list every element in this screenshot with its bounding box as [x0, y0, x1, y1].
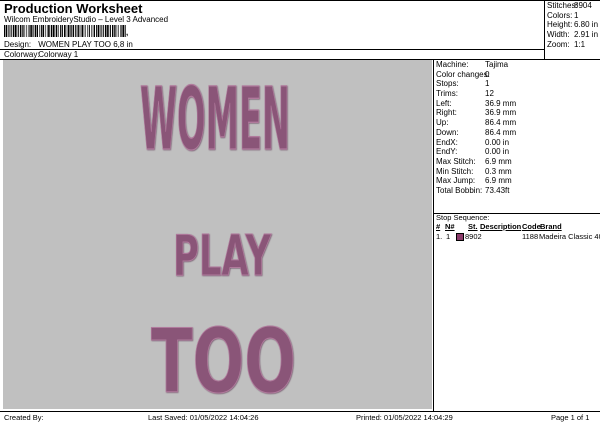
embroidery-design: WOMEN PLAY TOO: [139, 68, 296, 414]
stat-colors: Colors: 1: [547, 10, 579, 20]
thread-swatch: [456, 233, 464, 241]
design-text-too: TOO: [151, 310, 296, 409]
machine-stat-row: Up: 86.4 mm: [436, 118, 517, 128]
machine-stat-row: Down: 86.4 mm: [436, 127, 517, 137]
machine-stat-row: Min Stitch: 0.3 mm: [436, 166, 512, 176]
footer-created-by: Created By:: [4, 413, 44, 422]
machine-stat-row: EndX: 0.00 in: [436, 137, 510, 147]
design-label: Design:: [4, 40, 32, 49]
footer-divider: [0, 411, 600, 412]
machine-stat-row: Max Jump: 6.9 mm: [436, 176, 512, 186]
stat-width: Width: 2.91 in: [547, 30, 599, 40]
design-preview-canvas: WOMEN PLAY TOO: [3, 60, 432, 414]
stat-zoom: Zoom: 1:1: [547, 39, 586, 49]
machine-stat-row: EndY: 0.00 in: [436, 147, 510, 157]
top-border: [0, 0, 600, 1]
machine-stat-row: Total Bobbin: 73.43ft: [436, 185, 510, 195]
colorway-value: Colorway 1: [38, 50, 79, 59]
header-divider: [0, 49, 544, 50]
design-text-play: PLAY: [173, 224, 272, 289]
stat-stitches: Stitches:8904: [547, 1, 592, 10]
stats-divider: [544, 0, 545, 59]
design-value: WOMEN PLAY TOO 6,8 in: [38, 40, 133, 49]
stat-height: Height: 6.80 in: [547, 20, 599, 30]
machine-stats: Machine: Tajima Color changes:0 Stops: 1 Trim…: [436, 60, 516, 196]
machine-stat-row: Right: 36.9 mm: [436, 108, 517, 118]
design-row: Design: WOMEN PLAY TOO 6,8 in: [4, 40, 133, 49]
barcode-image: [4, 25, 126, 37]
machine-stat-row: Left: 36.9 mm: [436, 98, 517, 108]
footer-last-saved: Last Saved: 01/05/2022 14:04:26: [148, 413, 259, 422]
machine-stat-row: Max Stitch: 6.9 mm: [436, 156, 512, 166]
machine-stat-row: Stops: 1: [436, 79, 490, 89]
machine-stat-row: Trims: 12: [436, 89, 494, 99]
stop-sequence-title: Stop Sequence:: [436, 213, 490, 222]
panel-divider: [433, 59, 434, 411]
page-title: Production Worksheet: [4, 1, 143, 16]
top-stats: Stitches:8904 Colors: 1 Height: 6.80 in Wi…: [547, 1, 598, 49]
machine-stat-row: Color changes:0: [436, 69, 490, 79]
software-subtitle: Wilcom EmbroideryStudio – Level 3 Advanc…: [4, 15, 169, 24]
barcode-comma: ,: [126, 28, 129, 37]
colorway-row: Colorway: Colorway 1: [4, 50, 78, 59]
footer-printed: Printed: 01/05/2022 14:04:29: [356, 413, 453, 422]
machine-stat-row: Machine: Tajima: [436, 60, 509, 69]
colorway-label: Colorway:: [4, 50, 40, 59]
design-text-women: WOMEN: [140, 68, 290, 169]
footer-page: Page 1 of 1: [551, 413, 590, 422]
